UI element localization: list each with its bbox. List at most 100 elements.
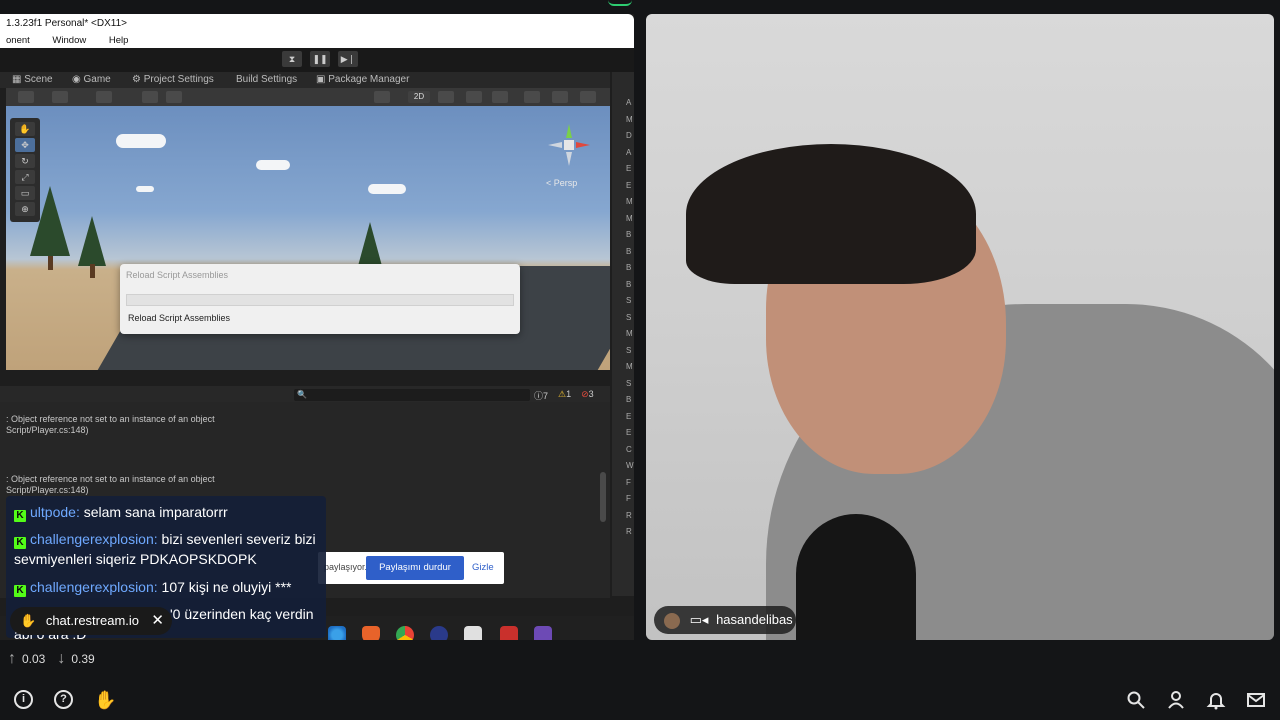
inspector-panel: AMDAEEMMBBBBSSMSMSBEECWFFRR — [612, 72, 634, 596]
participant-name-pill: ▭◂ hasandelibas — [654, 606, 796, 634]
microphone — [796, 514, 916, 640]
error-count[interactable]: ⊘3 — [581, 389, 594, 402]
gizmos-button[interactable] — [580, 91, 596, 103]
user-icon[interactable] — [1166, 690, 1186, 710]
menu-item-component[interactable]: onent — [6, 35, 30, 46]
menu-item-help[interactable]: Help — [109, 35, 129, 46]
app-icon[interactable] — [430, 626, 448, 640]
inspector-label: S — [626, 345, 632, 355]
network-stats: ↑ 0.03 ↓ 0.39 — [8, 650, 95, 668]
step-button[interactable]: ▶❘ — [338, 51, 358, 67]
scene-gizmo-icon[interactable] — [544, 120, 594, 170]
hand-tool-icon[interactable]: ✋ — [15, 122, 35, 136]
console-search-input[interactable]: 🔍 — [294, 389, 530, 401]
2d-toggle[interactable]: 2D — [408, 91, 430, 103]
tab-game[interactable]: ◉ Game — [66, 72, 117, 88]
share-banner-text: paylaşıyor. — [324, 562, 368, 572]
editor-tab-bar: ▦ Scene ◉ Game ⚙ Project Settings Build … — [0, 72, 610, 88]
tab-project-settings-label: Project Settings — [143, 74, 214, 85]
inspector-label: M — [626, 329, 633, 338]
top-status-indicator — [608, 0, 632, 6]
tree-trunk — [48, 256, 53, 270]
menu-item-window[interactable]: Window — [52, 35, 86, 46]
perspective-label[interactable]: < Persp — [546, 178, 577, 188]
snap-increment-button[interactable] — [142, 91, 158, 103]
move-tool-icon[interactable]: ✥ — [15, 138, 35, 152]
transform-tool-icon[interactable]: ⊕ — [15, 202, 35, 216]
tab-package-manager[interactable]: ▣ Package Manager — [310, 72, 415, 88]
transform-tool-button[interactable] — [18, 91, 34, 103]
info-count[interactable]: ⓘ7 — [534, 389, 548, 402]
scale-tool-icon[interactable]: ⤢ — [15, 170, 35, 184]
log-line[interactable]: : Object reference not set to an instanc… — [6, 474, 215, 485]
console-scrollbar[interactable] — [600, 472, 606, 522]
mail-icon[interactable] — [1246, 690, 1266, 710]
hourglass-icon: ⧗ — [282, 51, 302, 67]
brave-icon[interactable] — [362, 626, 380, 640]
inspector-label: B — [626, 246, 632, 256]
tab-package-manager-label: Package Manager — [328, 74, 410, 85]
help-icon[interactable]: ? — [54, 690, 73, 709]
tab-build-settings-label: Build Settings — [236, 74, 298, 85]
inspector-label: C — [626, 444, 632, 454]
log-line[interactable]: : Object reference not set to an instanc… — [6, 414, 215, 425]
info-icon[interactable]: i — [14, 690, 33, 709]
chat-text: selam sana imparatorrr — [83, 504, 228, 520]
chat-username: challengerexplosion — [30, 531, 154, 547]
git-icon[interactable] — [500, 626, 518, 640]
tab-scene-label: Scene — [24, 74, 53, 85]
restream-chat-pill[interactable]: ✋ chat.restream.io ✕ — [10, 607, 172, 635]
unity-title-bar: 1.3.23f1 Personal* <DX11> — [0, 14, 634, 34]
hidden-objects-toggle[interactable] — [524, 91, 540, 103]
inspector-label: E — [626, 164, 632, 173]
upload-arrow-icon: ↑ — [8, 650, 16, 667]
grid-snap-button[interactable] — [96, 91, 112, 103]
hand-logo-icon[interactable]: ✋ — [94, 690, 116, 710]
hide-button[interactable]: Gizle — [472, 562, 494, 573]
log-line[interactable]: Script/Player.cs:148) — [6, 425, 89, 436]
rotate-tool-icon[interactable]: ↻ — [15, 154, 35, 168]
visual-studio-icon[interactable] — [534, 626, 552, 640]
reload-assemblies-dialog: Reload Script Assemblies Reload Script A… — [120, 264, 520, 334]
kick-icon: K — [14, 510, 26, 522]
pause-button[interactable]: ❚❚ — [310, 51, 330, 67]
dialog-message: Reload Script Assemblies — [128, 313, 231, 323]
upload-value: 0.03 — [22, 652, 46, 666]
rect-tool-icon[interactable]: ▭ — [15, 186, 35, 200]
cloud — [116, 134, 166, 148]
tab-scene[interactable]: ▦ Scene — [6, 72, 59, 88]
bell-icon[interactable] — [1206, 690, 1226, 710]
inspector-label: B — [626, 263, 632, 272]
tree-trunk — [90, 264, 95, 278]
effects-toggle[interactable] — [492, 91, 508, 103]
chat-text: 107 kişi ne oluyiyi *** — [161, 579, 292, 595]
inspector-label: S — [626, 296, 632, 305]
hand-icon: ✋ — [20, 613, 37, 628]
pivot-toggle[interactable] — [52, 91, 68, 103]
inspector-label: B — [626, 230, 632, 239]
shading-mode-button[interactable] — [374, 91, 390, 103]
tab-game-label: Game — [83, 74, 111, 85]
person-hair — [686, 144, 976, 284]
tab-project-settings[interactable]: ⚙ Project Settings — [126, 72, 220, 88]
inspector-label: M — [626, 213, 633, 223]
close-icon[interactable]: ✕ — [151, 607, 164, 635]
inspector-label: D — [626, 131, 632, 140]
camera-settings-button[interactable] — [552, 91, 568, 103]
inspector-label: R — [626, 510, 632, 520]
snap-settings-button[interactable] — [166, 91, 182, 103]
search-icon[interactable] — [1126, 690, 1146, 710]
warning-count[interactable]: ⚠1 — [558, 389, 571, 402]
tab-build-settings[interactable]: Build Settings — [230, 72, 303, 88]
audio-toggle[interactable] — [466, 91, 482, 103]
stop-sharing-button[interactable]: Paylaşımı durdur — [366, 556, 464, 580]
download-arrow-icon: ↓ — [57, 650, 66, 667]
inspector-label: W — [626, 461, 634, 470]
edge-icon[interactable] — [328, 626, 346, 640]
unity-icon[interactable] — [464, 626, 482, 640]
lighting-toggle[interactable] — [438, 91, 454, 103]
cloud — [368, 184, 406, 194]
log-line[interactable]: Script/Player.cs:148) — [6, 485, 89, 496]
info-count-value: 7 — [543, 391, 549, 401]
chrome-icon[interactable] — [396, 626, 414, 640]
